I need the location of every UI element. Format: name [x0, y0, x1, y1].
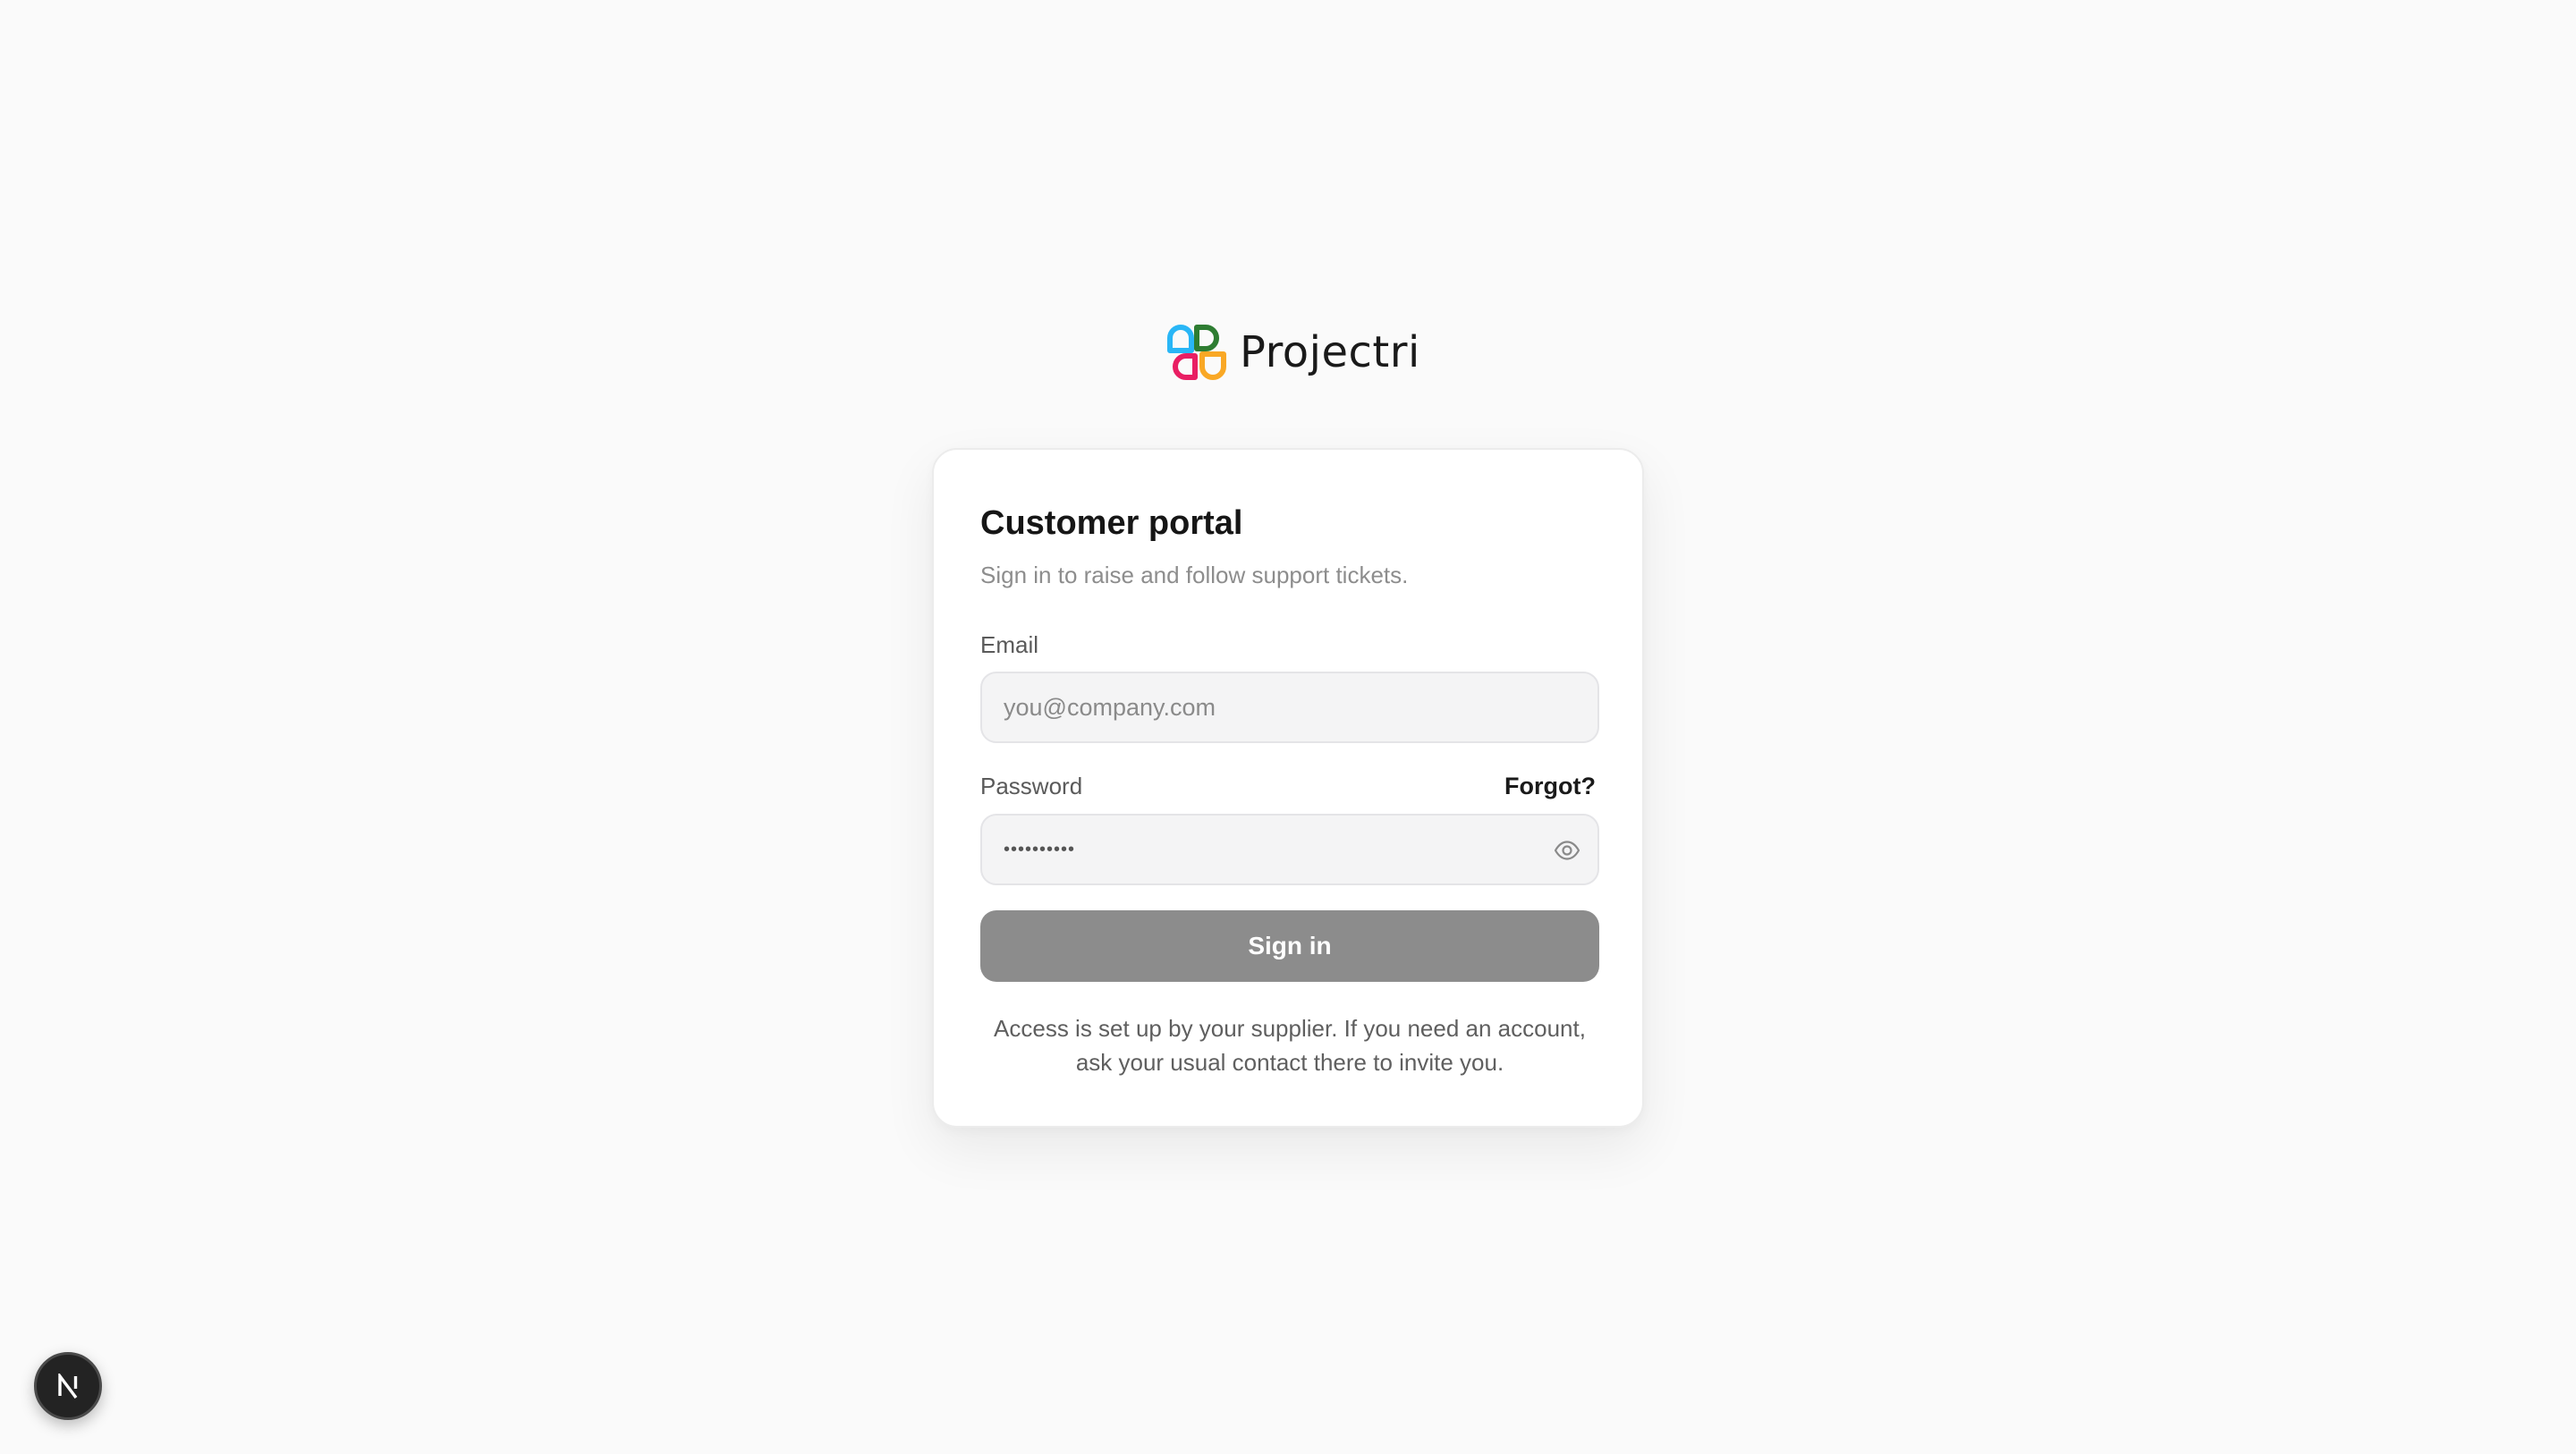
nextjs-dev-badge[interactable]	[34, 1352, 102, 1420]
card-subtitle: Sign in to raise and follow support tick…	[980, 562, 1409, 588]
email-field-container	[980, 672, 1599, 743]
email-input[interactable]	[982, 673, 1597, 741]
brand-name: Projectri	[1240, 327, 1420, 377]
access-note: Access is set up by your supplier. If yo…	[994, 1015, 1586, 1076]
card-title: Customer portal	[980, 504, 1243, 542]
password-input[interactable]	[982, 816, 1597, 883]
eye-icon[interactable]	[1553, 836, 1581, 865]
brand: Projectri	[1166, 324, 1420, 381]
email-label: Email	[980, 631, 1039, 658]
forgot-password-link[interactable]: Forgot?	[1504, 770, 1596, 802]
password-field-container	[980, 814, 1599, 885]
password-label: Password	[980, 773, 1083, 799]
nextjs-icon	[58, 1374, 78, 1399]
projectri-logo	[1167, 325, 1226, 380]
login-card: Customer portal Sign in to raise and fol…	[932, 448, 1644, 1128]
sign-in-button[interactable]: Sign in	[980, 910, 1599, 982]
